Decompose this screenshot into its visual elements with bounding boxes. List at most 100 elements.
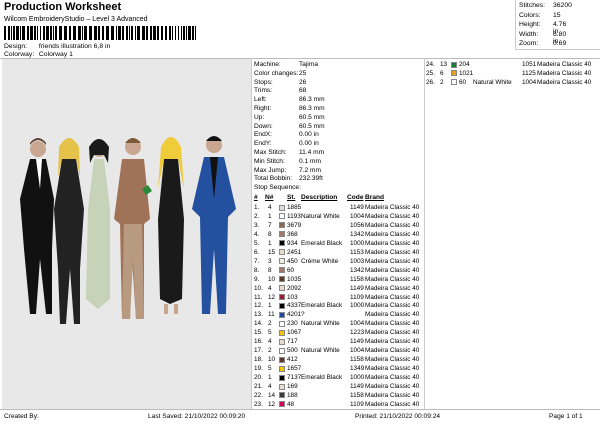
machine-row: Down: 60.5 mm <box>254 122 325 131</box>
seq-code: 1051 <box>522 61 537 68</box>
seq-brand: Madeira Classic 40 <box>365 257 420 265</box>
barcode-bar <box>172 26 173 40</box>
seq-num: 2. <box>254 212 260 220</box>
seq-num: 10. <box>254 284 263 292</box>
machine-label: EndX: <box>254 131 272 139</box>
seq-code: 1004 <box>522 78 537 86</box>
seq-code: 1223 <box>350 329 365 337</box>
barcode-bar <box>64 26 67 40</box>
machine-label: Total Bobbin: <box>254 175 293 183</box>
machine-label: Machine: <box>254 61 281 68</box>
color-swatch <box>279 311 285 318</box>
color-swatch <box>279 267 285 274</box>
seq-code: 1158 <box>350 275 364 283</box>
seq-brand: Madeira Classic 40 <box>365 347 420 355</box>
machine-row: EndX: 0.00 in <box>254 130 319 139</box>
seq-brand: Madeira Classic 40 <box>365 221 420 229</box>
seq-needle: 5 <box>268 329 272 337</box>
seq-num: 17. <box>254 347 263 355</box>
sequence-row: 12. 1 4337 Emerald Black 1000 Madeira Classic… <box>254 301 426 310</box>
seq-stitches: 169 <box>287 383 298 390</box>
seq-stitches: 450 <box>287 257 298 265</box>
barcode-bar <box>181 26 182 40</box>
seq-brand: Madeira Classic 40 <box>365 311 420 319</box>
sequence-row: 23. 12 48 1109 Madeira Classic 40 <box>254 400 426 409</box>
seq-brand: Madeira Classic 40 <box>365 365 420 373</box>
machine-value: Tajima <box>299 61 319 68</box>
barcode-bar <box>98 26 100 40</box>
color-swatch <box>279 249 285 256</box>
seq-num: 3. <box>254 221 260 229</box>
barcode-bar <box>53 26 54 40</box>
seq-code: 1125 <box>522 69 536 77</box>
sequence-row: 15. 5 1067 1223 Madeira Classic 40 <box>254 328 426 337</box>
barcode-bar <box>43 26 45 40</box>
seq-num: 22. <box>254 391 263 399</box>
barcode-bar <box>4 26 6 40</box>
color-swatch <box>451 61 457 68</box>
seq-needle: 2 <box>268 347 272 355</box>
seq-brand: Madeira Classic 40 <box>365 212 420 220</box>
seq-needle: 3 <box>268 257 272 265</box>
sequence-row: 6. 15 2451 1153 Madeira Classic 40 <box>254 248 426 257</box>
seq-brand: Madeira Classic 40 <box>365 266 420 274</box>
colorway-row: Colorway: Colorway 1 <box>4 51 73 58</box>
machine-label: Color changes: <box>254 69 299 77</box>
stat-value: 0.69 <box>553 40 567 47</box>
seq-code: 1000 <box>350 239 365 247</box>
design-value: friends illustration 6,8 in <box>38 43 111 50</box>
sequence-row: 9. 10 1035 1158 Madeira Classic 40 <box>254 275 426 284</box>
sequence-row: 5. 1 934 Emerald Black 1000 Madeira Classic 4… <box>254 239 426 248</box>
seq-num: 5. <box>254 239 260 247</box>
barcode-bar <box>20 26 21 40</box>
seq-num: 7. <box>254 257 260 265</box>
machine-row: Color changes: 25 <box>254 69 306 78</box>
col-header-st: St. <box>287 194 296 201</box>
seq-num: 23. <box>254 400 263 408</box>
seq-brand: Madeira Classic 40 <box>365 275 420 283</box>
color-swatch <box>279 320 285 327</box>
seq-code: 1149 <box>350 204 364 211</box>
barcode-bar <box>11 26 12 40</box>
seq-description: Crème White <box>301 257 339 265</box>
barcode-bar <box>30 26 33 40</box>
seq-num: 4. <box>254 230 260 238</box>
seq-code: 1153 <box>350 248 364 256</box>
barcode-bar <box>78 26 81 40</box>
machine-row: Up: 60.5 mm <box>254 113 325 122</box>
barcode-bar <box>102 26 104 40</box>
sequence-row: 18. 10 412 1158 Madeira Classic 40 <box>254 355 426 364</box>
barcode-bar <box>106 26 109 40</box>
barcode-bar <box>122 26 124 40</box>
color-swatch <box>279 302 285 309</box>
seq-needle: 4 <box>268 204 272 211</box>
seq-stitches: 7137 <box>287 374 302 382</box>
machine-row: Total Bobbin: 232.39ft <box>254 174 323 183</box>
barcode-bar <box>16 26 19 40</box>
seq-num: 8. <box>254 266 260 274</box>
col-header-description: Description <box>301 194 338 201</box>
machine-row: Trims: 68 <box>254 86 306 95</box>
barcode-bar <box>129 26 130 40</box>
seq-needle: 1 <box>268 212 272 220</box>
seq-brand: Madeira Classic 40 <box>365 284 420 292</box>
barcode-bar <box>118 26 121 40</box>
color-swatch <box>279 222 285 229</box>
sequence-row: 19. 5 1657 1349 Madeira Classic 40 <box>254 364 426 373</box>
seq-needle: 7 <box>268 221 272 229</box>
stat-row: Colors: 15 <box>519 12 561 19</box>
stat-label: Width: <box>519 30 539 38</box>
worksheet-title: Production Worksheet <box>4 1 122 13</box>
seq-stitches: 368 <box>287 230 298 238</box>
machine-label: Max Stitch: <box>254 149 287 156</box>
page-number: Page 1 of 1 <box>549 413 583 420</box>
seq-stitches: 4337 <box>287 302 302 310</box>
seq-brand: Madeira Classic 40 <box>537 78 592 86</box>
machine-row: Machine: Tajima <box>254 60 318 69</box>
stat-value: 36200 <box>553 2 572 9</box>
seq-needle: 11 <box>268 311 275 319</box>
machine-value: 26 <box>299 78 307 86</box>
barcode-bar <box>175 26 176 40</box>
machine-row: Max Stitch: 11.4 mm <box>254 148 324 157</box>
column-divider-1 <box>251 58 252 409</box>
